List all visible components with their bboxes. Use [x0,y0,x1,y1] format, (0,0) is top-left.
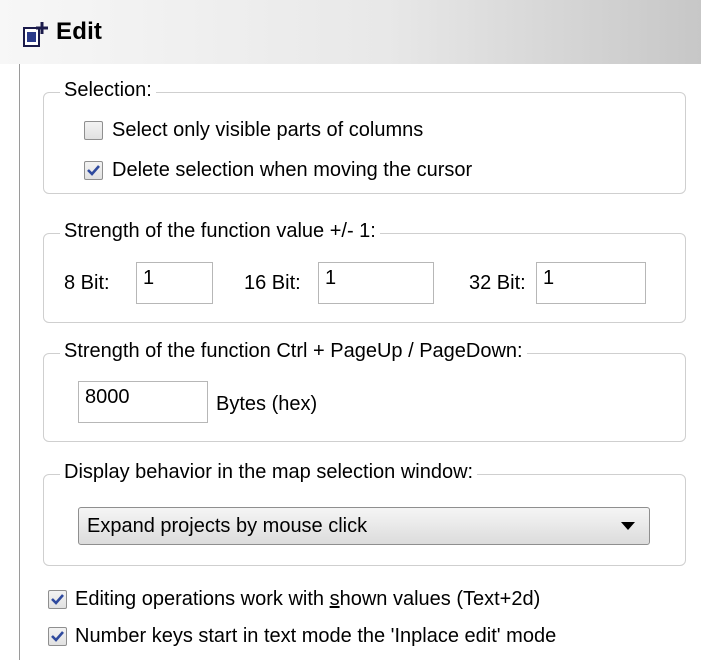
bit8-label: 8 Bit: [64,272,110,294]
bit16-input[interactable]: 1 [318,262,434,304]
checkmark-icon [51,631,64,642]
strength-group: Strength of the function value +/- 1: 8 … [43,220,686,323]
checkmark-icon [51,594,64,605]
dropdown-selected-value: Expand projects by mouse click [87,515,368,537]
display-behavior-legend: Display behavior in the map selection wi… [60,461,478,484]
checkmark-icon [87,165,100,176]
editing-shown-values-checkbox[interactable] [48,590,67,609]
bit16-label: 16 Bit: [244,272,301,294]
map-selection-dropdown[interactable]: Expand projects by mouse click [78,507,650,545]
select-visible-parts-checkbox[interactable] [84,121,103,140]
number-keys-inplace-label: Number keys start in text mode the 'Inpl… [75,625,557,647]
number-keys-inplace-checkbox[interactable] [48,627,67,646]
delete-selection-label: Delete selection when moving the cursor [112,159,473,181]
pageup-group: Strength of the function Ctrl + PageUp /… [43,340,686,442]
page-title: Edit [56,18,103,45]
selection-legend: Selection: [60,79,156,102]
pageup-legend: Strength of the function Ctrl + PageUp /… [60,340,527,363]
bit32-input[interactable]: 1 [536,262,646,304]
edit-document-icon [21,19,51,49]
select-visible-parts-label: Select only visible parts of columns [112,119,424,141]
section-header: Edit [0,0,701,64]
bytes-hex-label: Bytes (hex) [216,393,318,415]
selection-group: Selection: Select only visible parts of … [43,79,686,194]
pageup-bytes-input[interactable]: 8000 [78,381,208,423]
bit32-label: 32 Bit: [469,272,526,294]
delete-selection-checkbox[interactable] [84,161,103,180]
display-behavior-group: Display behavior in the map selection wi… [43,461,686,566]
chevron-down-icon[interactable] [621,522,635,530]
editing-shown-values-label: Editing operations work with shown value… [75,588,541,610]
strength-legend: Strength of the function value +/- 1: [60,220,380,243]
bit8-input[interactable]: 1 [136,262,213,304]
left-divider [19,64,20,660]
